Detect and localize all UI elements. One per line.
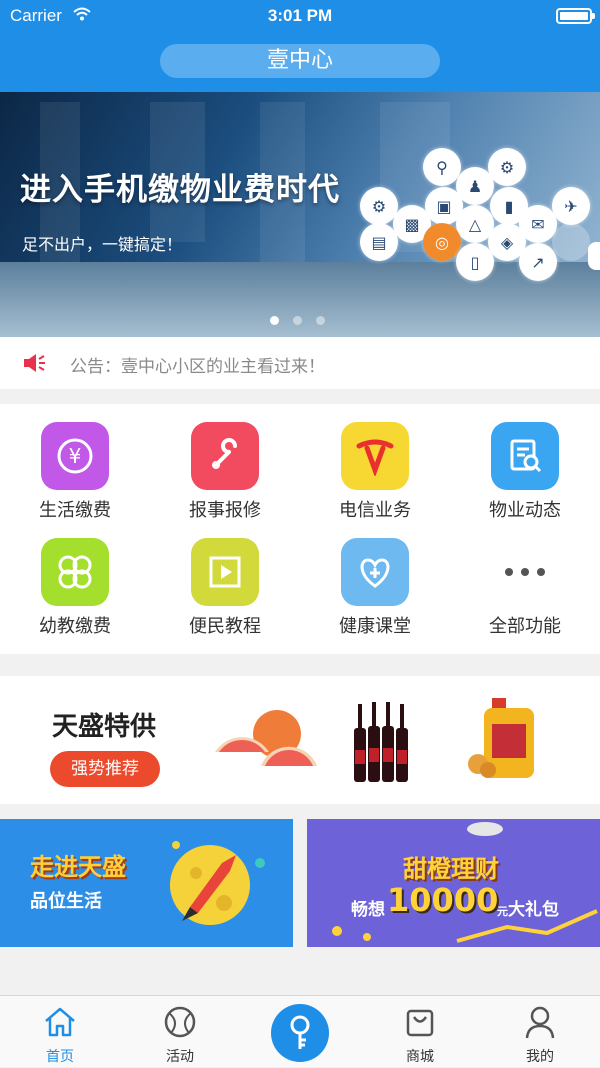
wine-bottles-image — [354, 702, 408, 782]
ad-subtitle: 品位生活 — [30, 891, 102, 912]
hexagon-decoration — [552, 223, 590, 261]
search-icon: ⚲ — [423, 148, 461, 186]
tab-label: 活动 — [166, 1049, 194, 1065]
tab-bar: 首页 活动 商城 我的 — [0, 995, 600, 1067]
tab-me[interactable]: 我的 — [480, 996, 600, 1068]
document-search-icon — [491, 422, 559, 490]
service-label: 生活缴费 — [39, 500, 111, 521]
carousel-indicator — [270, 310, 339, 329]
more-icon — [491, 538, 559, 606]
carousel-edge-tab — [588, 242, 600, 270]
banner-headline: 进入手机缴物业费时代 — [20, 172, 340, 208]
key-icon — [290, 1015, 310, 1049]
cooking-oil-image — [468, 698, 534, 778]
carousel-dot[interactable] — [293, 316, 302, 325]
notice-bar[interactable]: 公告：壹中心小区的业主看过来！ — [0, 337, 600, 389]
airplane-icon: ✈ — [552, 187, 590, 225]
service-label: 幼教缴费 — [39, 616, 111, 637]
notice-text: 公告：壹中心小区的业主看过来！ — [70, 357, 325, 377]
ball-icon — [164, 1006, 196, 1038]
service-label: 电信业务 — [339, 500, 411, 521]
rocket-moon-illustration — [170, 841, 265, 925]
person-icon — [525, 1006, 555, 1039]
gear-icon: ⚙ — [488, 148, 526, 186]
ad-banner-tiansheng[interactable]: 走进天盛 品位生活 — [0, 819, 293, 947]
globe-icon: ◎ — [423, 223, 461, 261]
wrench-icon — [191, 422, 259, 490]
finance-decoration — [332, 822, 598, 943]
service-label: 全部功能 — [489, 616, 561, 637]
service-health-class[interactable]: 健康课堂 — [300, 520, 450, 637]
tab-home[interactable]: 首页 — [0, 996, 120, 1068]
tab-activities[interactable]: 活动 — [120, 996, 240, 1068]
service-grid: ¥ 生活缴费 报事报修 电信业务 物业动态 幼教缴费 便民教程 健康课堂 全部功… — [0, 404, 600, 654]
nav-bar: 壹中心 — [0, 32, 600, 92]
home-icon — [45, 1007, 75, 1037]
gear-icon: ⚙ — [360, 187, 398, 225]
service-label: 健康课堂 — [339, 616, 411, 637]
tab-mall[interactable]: 商城 — [360, 996, 480, 1068]
banner-carousel[interactable]: 进入手机缴物业费时代 足不出户，一键搞定！ ⚲ ⚙ ♟ ⚙ ▣ ▮ ✈ ▩ △ … — [0, 92, 600, 337]
play-icon — [191, 538, 259, 606]
status-bar: Carrier 3:01 PM — [0, 0, 600, 32]
page-title: 壹中心 — [160, 44, 440, 78]
ad-title: 走进天盛 — [30, 853, 126, 881]
service-repair[interactable]: 报事报修 — [150, 404, 300, 521]
telecom-logo-icon — [341, 422, 409, 490]
service-label: 报事报修 — [189, 500, 261, 521]
tab-label: 我的 — [526, 1049, 554, 1065]
yen-refresh-icon: ¥ — [41, 422, 109, 490]
service-bill-payment[interactable]: ¥ 生活缴费 — [0, 404, 150, 521]
heart-plus-icon — [341, 538, 409, 606]
ad-banner-finance[interactable]: 甜橙理财 畅想 10000 元大礼包 — [307, 819, 600, 947]
service-all-functions[interactable]: 全部功能 — [450, 520, 600, 637]
service-label: 便民教程 — [189, 616, 261, 637]
battery-icon — [556, 8, 595, 24]
trend-icon: ↗ — [519, 243, 557, 281]
key-button[interactable] — [271, 1004, 329, 1062]
service-property-news[interactable]: 物业动态 — [450, 404, 600, 521]
promo-strip[interactable]: 天盛特供 强势推荐 — [0, 676, 600, 804]
service-preschool-fee[interactable]: 幼教缴费 — [0, 520, 150, 637]
service-telecom[interactable]: 电信业务 — [300, 404, 450, 521]
carousel-dot[interactable] — [316, 316, 325, 325]
shopping-bag-icon — [406, 1009, 434, 1037]
grapefruit-image — [215, 710, 317, 766]
carousel-dot[interactable] — [270, 316, 279, 325]
recommend-button[interactable]: 强势推荐 — [50, 751, 160, 787]
svg-text:¥: ¥ — [69, 444, 82, 468]
tab-label: 商城 — [406, 1049, 434, 1065]
phone-icon: ▯ — [456, 243, 494, 281]
clock: 3:01 PM — [267, 6, 333, 25]
banner-subline: 足不出户，一键搞定！ — [22, 235, 183, 254]
megaphone-icon — [24, 354, 45, 372]
service-tutorials[interactable]: 便民教程 — [150, 520, 300, 637]
tab-label: 首页 — [46, 1049, 74, 1065]
train-icon: ▤ — [360, 223, 398, 261]
service-label: 物业动态 — [489, 500, 561, 521]
promo-title: 天盛特供 — [52, 712, 157, 742]
flower-icon — [41, 538, 109, 606]
